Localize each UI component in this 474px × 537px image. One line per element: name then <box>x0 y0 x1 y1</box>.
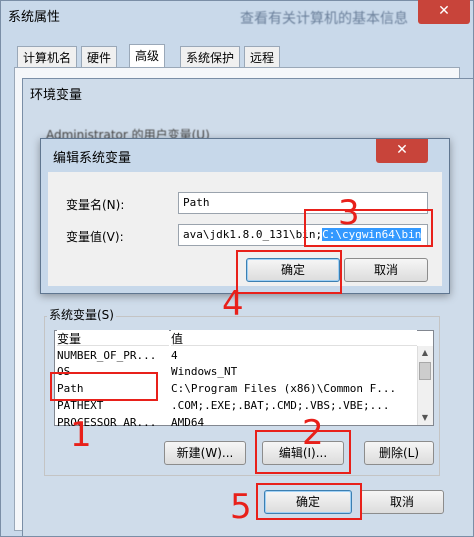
column-header-value[interactable]: 值 <box>171 330 417 346</box>
edit-dialog-close-button[interactable]: ✕ <box>376 139 428 163</box>
value-text-unselected: ava\jdk1.8.0_131\bin; <box>183 228 323 241</box>
annotation-number-4: 4 <box>222 284 244 324</box>
row-name: NUMBER_OF_PR... <box>57 349 157 362</box>
annotation-box-edit-ok <box>236 250 342 294</box>
tab-hardware[interactable]: 硬件 <box>81 46 118 67</box>
variable-value-label: 变量值(V): <box>66 230 124 244</box>
tab-system-protection[interactable]: 系统保护 <box>180 46 241 67</box>
annotation-box-value-field <box>304 209 433 247</box>
edit-cancel-button[interactable]: 取消 <box>344 258 428 282</box>
env-cancel-button[interactable]: 取消 <box>360 490 444 514</box>
system-properties-title: 系统属性 <box>8 10 61 25</box>
annotation-box-path-row <box>50 372 158 401</box>
scroll-up-icon[interactable]: ▲ <box>417 346 433 360</box>
tab-advanced[interactable]: 高级 <box>129 44 166 68</box>
new-variable-button[interactable]: 新建(W)... <box>164 441 246 465</box>
environment-variables-title: 环境变量 <box>30 88 83 103</box>
column-header-variable[interactable]: 变量 <box>57 330 169 346</box>
table-row[interactable]: NUMBER_OF_PR... 4 <box>55 348 417 364</box>
row-value: Windows_NT <box>171 365 238 378</box>
tab-remote[interactable]: 远程 <box>244 46 281 67</box>
row-value: AMD64 <box>171 416 205 426</box>
system-variables-label: 系统变量(S) <box>47 306 116 323</box>
annotation-number-3: 3 <box>338 193 360 233</box>
row-value: C:\Program Files (x86)\Common F... <box>171 382 397 395</box>
annotation-number-1: 1 <box>70 415 92 455</box>
annotation-box-env-ok <box>256 483 362 520</box>
system-properties-close-button[interactable]: ✕ <box>418 0 470 24</box>
background-caption: 查看有关计算机的基本信息 <box>240 11 408 27</box>
scroll-down-icon[interactable]: ▼ <box>417 411 433 425</box>
edit-dialog-title: 编辑系统变量 <box>53 151 132 166</box>
annotation-number-2: 2 <box>302 413 324 453</box>
scrollbar-thumb[interactable] <box>419 362 431 380</box>
row-value: .COM;.EXE;.BAT;.CMD;.VBS;.VBE;... <box>171 399 390 412</box>
tab-computer-name[interactable]: 计算机名 <box>17 46 78 67</box>
annotation-number-5: 5 <box>230 487 252 527</box>
variable-name-label: 变量名(N): <box>66 198 125 212</box>
table-row[interactable]: PROCESSOR_AR... AMD64 <box>55 415 417 426</box>
delete-variable-button[interactable]: 删除(L) <box>364 441 434 465</box>
row-value: 4 <box>171 349 178 362</box>
